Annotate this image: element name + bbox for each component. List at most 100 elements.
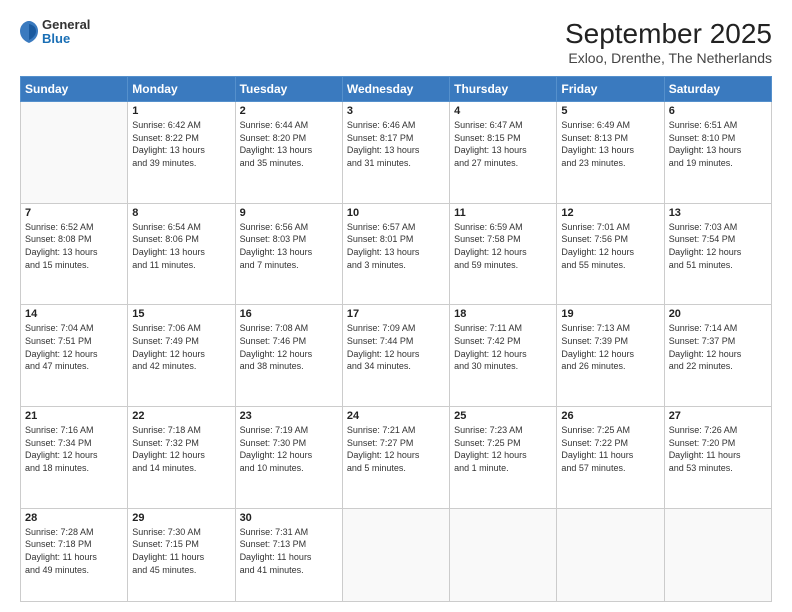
table-row: 29Sunrise: 7:30 AM Sunset: 7:15 PM Dayli… [128,508,235,601]
table-row: 9Sunrise: 6:56 AM Sunset: 8:03 PM Daylig… [235,203,342,305]
day-number: 6 [669,105,767,117]
header-monday: Monday [128,77,235,102]
table-row: 16 Sunrise: 7:08 AM Sunset: 7:46 PM Dayli… [235,305,342,407]
day-info: Sunrise: 7:31 AM Sunset: 7:13 PM Dayligh… [240,526,338,576]
day-info: Sunrise: 7:26 AM Sunset: 7:20 PM Dayligh… [669,424,767,474]
table-row [557,508,664,601]
day-number: 7 [25,207,123,219]
table-row: 14 Sunrise: 7:04 AM Sunset: 7:51 PM Dayli… [21,305,128,407]
day-number: 22 [132,410,230,422]
day-number: 15 [132,308,230,320]
day-info: Sunrise: 7:18 AM Sunset: 7:32 PM Dayligh… [132,424,230,474]
day-info: Sunrise: 7:28 AM Sunset: 7:18 PM Dayligh… [25,526,123,576]
day-info: Sunrise: 6:52 AM Sunset: 8:08 PM Dayligh… [25,221,123,271]
table-row [664,508,771,601]
day-info: Sunrise: 7:23 AM Sunset: 7:25 PM Dayligh… [454,424,552,474]
calendar-table: Sunday Monday Tuesday Wednesday Thursday… [20,76,772,602]
calendar-header-row: Sunday Monday Tuesday Wednesday Thursday… [21,77,772,102]
day-number: 4 [454,105,552,117]
table-row: 23 Sunrise: 7:19 AM Sunset: 7:30 PM Dayli… [235,407,342,509]
day-number: 1 [132,105,230,117]
calendar-week-row: 14 Sunrise: 7:04 AM Sunset: 7:51 PM Dayli… [21,305,772,407]
logo-icon [20,21,38,43]
day-info: Sunrise: 6:42 AM Sunset: 8:22 PM Dayligh… [132,119,230,169]
table-row [342,508,449,601]
table-row: 30 Sunrise: 7:31 AM Sunset: 7:13 PM Dayli… [235,508,342,601]
day-info: Sunrise: 7:09 AM Sunset: 7:44 PM Dayligh… [347,322,445,372]
table-row: 1 Sunrise: 6:42 AM Sunset: 8:22 PM Daylig… [128,102,235,204]
day-info: Sunrise: 6:46 AM Sunset: 8:17 PM Dayligh… [347,119,445,169]
day-info: Sunrise: 7:11 AM Sunset: 7:42 PM Dayligh… [454,322,552,372]
table-row: 19Sunrise: 7:13 AM Sunset: 7:39 PM Dayli… [557,305,664,407]
day-info: Sunrise: 7:03 AM Sunset: 7:54 PM Dayligh… [669,221,767,271]
day-info: Sunrise: 6:59 AM Sunset: 7:58 PM Dayligh… [454,221,552,271]
table-row: 6 Sunrise: 6:51 AM Sunset: 8:10 PM Daylig… [664,102,771,204]
day-number: 28 [25,512,123,524]
table-row: 2 Sunrise: 6:44 AM Sunset: 8:20 PM Daylig… [235,102,342,204]
logo-blue-text: Blue [42,32,90,46]
page-header: General Blue September 2025 Exloo, Drent… [20,18,772,66]
day-number: 13 [669,207,767,219]
table-row: 5 Sunrise: 6:49 AM Sunset: 8:13 PM Daylig… [557,102,664,204]
day-number: 8 [132,207,230,219]
table-row [21,102,128,204]
table-row: 27 Sunrise: 7:26 AM Sunset: 7:20 PM Dayli… [664,407,771,509]
day-number: 18 [454,308,552,320]
table-row: 3Sunrise: 6:46 AM Sunset: 8:17 PM Daylig… [342,102,449,204]
table-row [450,508,557,601]
day-info: Sunrise: 7:04 AM Sunset: 7:51 PM Dayligh… [25,322,123,372]
calendar-subtitle: Exloo, Drenthe, The Netherlands [565,50,772,66]
table-row: 18 Sunrise: 7:11 AM Sunset: 7:42 PM Dayli… [450,305,557,407]
day-info: Sunrise: 7:14 AM Sunset: 7:37 PM Dayligh… [669,322,767,372]
header-sunday: Sunday [21,77,128,102]
day-number: 20 [669,308,767,320]
day-info: Sunrise: 6:49 AM Sunset: 8:13 PM Dayligh… [561,119,659,169]
calendar-week-row: 1 Sunrise: 6:42 AM Sunset: 8:22 PM Daylig… [21,102,772,204]
header-tuesday: Tuesday [235,77,342,102]
table-row: 21 Sunrise: 7:16 AM Sunset: 7:34 PM Dayli… [21,407,128,509]
day-info: Sunrise: 6:44 AM Sunset: 8:20 PM Dayligh… [240,119,338,169]
day-number: 11 [454,207,552,219]
day-number: 12 [561,207,659,219]
logo: General Blue [20,18,90,47]
day-number: 10 [347,207,445,219]
calendar-week-row: 28 Sunrise: 7:28 AM Sunset: 7:18 PM Dayli… [21,508,772,601]
day-info: Sunrise: 6:54 AM Sunset: 8:06 PM Dayligh… [132,221,230,271]
day-number: 16 [240,308,338,320]
day-info: Sunrise: 7:19 AM Sunset: 7:30 PM Dayligh… [240,424,338,474]
table-row: 13 Sunrise: 7:03 AM Sunset: 7:54 PM Dayli… [664,203,771,305]
day-number: 27 [669,410,767,422]
day-number: 21 [25,410,123,422]
day-info: Sunrise: 7:21 AM Sunset: 7:27 PM Dayligh… [347,424,445,474]
day-info: Sunrise: 6:56 AM Sunset: 8:03 PM Dayligh… [240,221,338,271]
day-number: 5 [561,105,659,117]
table-row: 11 Sunrise: 6:59 AM Sunset: 7:58 PM Dayli… [450,203,557,305]
day-info: Sunrise: 7:08 AM Sunset: 7:46 PM Dayligh… [240,322,338,372]
day-number: 30 [240,512,338,524]
day-info: Sunrise: 6:47 AM Sunset: 8:15 PM Dayligh… [454,119,552,169]
day-number: 24 [347,410,445,422]
day-number: 2 [240,105,338,117]
title-block: September 2025 Exloo, Drenthe, The Nethe… [565,18,772,66]
day-number: 26 [561,410,659,422]
day-info: Sunrise: 7:01 AM Sunset: 7:56 PM Dayligh… [561,221,659,271]
calendar-week-row: 21 Sunrise: 7:16 AM Sunset: 7:34 PM Dayli… [21,407,772,509]
day-number: 29 [132,512,230,524]
logo-text: General Blue [42,18,90,47]
header-saturday: Saturday [664,77,771,102]
table-row: 28 Sunrise: 7:28 AM Sunset: 7:18 PM Dayli… [21,508,128,601]
header-thursday: Thursday [450,77,557,102]
day-info: Sunrise: 6:51 AM Sunset: 8:10 PM Dayligh… [669,119,767,169]
day-info: Sunrise: 6:57 AM Sunset: 8:01 PM Dayligh… [347,221,445,271]
day-info: Sunrise: 7:13 AM Sunset: 7:39 PM Dayligh… [561,322,659,372]
table-row: 25Sunrise: 7:23 AM Sunset: 7:25 PM Dayli… [450,407,557,509]
table-row: 15Sunrise: 7:06 AM Sunset: 7:49 PM Dayli… [128,305,235,407]
table-row: 10 Sunrise: 6:57 AM Sunset: 8:01 PM Dayli… [342,203,449,305]
day-number: 14 [25,308,123,320]
day-number: 23 [240,410,338,422]
day-info: Sunrise: 7:16 AM Sunset: 7:34 PM Dayligh… [25,424,123,474]
table-row: 22 Sunrise: 7:18 AM Sunset: 7:32 PM Dayli… [128,407,235,509]
table-row: 24 Sunrise: 7:21 AM Sunset: 7:27 PM Dayli… [342,407,449,509]
table-row: 4 Sunrise: 6:47 AM Sunset: 8:15 PM Daylig… [450,102,557,204]
table-row: 12 Sunrise: 7:01 AM Sunset: 7:56 PM Dayli… [557,203,664,305]
